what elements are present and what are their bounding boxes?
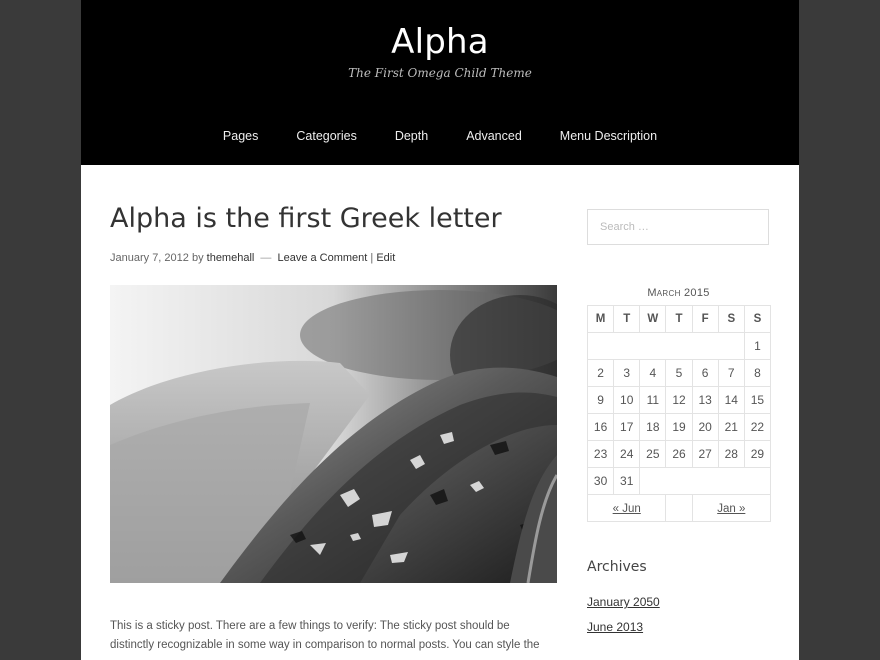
calendar-day: 27 [691, 440, 719, 468]
calendar-day: 26 [665, 440, 693, 468]
site-description: The First Omega Child Theme [348, 66, 532, 80]
site-title[interactable]: Alpha [81, 22, 799, 62]
post-author-link[interactable]: themehall [207, 252, 255, 264]
post-title[interactable]: Alpha is the first Greek letter [110, 203, 502, 234]
calendar-day-header: T [613, 305, 641, 333]
page-container: Alpha The First Omega Child Theme Pages … [81, 0, 799, 660]
calendar-pad [639, 467, 771, 495]
calendar-week-row: 2 3 4 5 6 7 8 [586, 359, 772, 387]
calendar-day: 29 [743, 440, 772, 468]
calendar-day: 19 [665, 413, 693, 441]
post-by: by [191, 252, 204, 264]
calendar-pad [587, 332, 745, 360]
calendar-day: 2 [586, 359, 615, 387]
calendar-day: 25 [639, 440, 667, 468]
meta-separator-dash: — [260, 252, 272, 264]
calendar-day: 31 [613, 467, 641, 495]
archives-title: Archives [587, 559, 647, 575]
calendar-day: 20 [691, 413, 719, 441]
calendar-day-header: S [717, 305, 745, 333]
calendar-day: 17 [613, 413, 641, 441]
calendar-day: 24 [613, 440, 641, 468]
menu-item-pages[interactable]: Pages [204, 129, 277, 143]
calendar-day: 7 [717, 359, 745, 387]
menu-item-advanced[interactable]: Advanced [447, 129, 541, 143]
calendar-day-header: S [743, 305, 772, 333]
featured-photo-graphic [110, 285, 557, 583]
post-date[interactable]: January 7, 2012 [110, 252, 189, 264]
calendar-day: 6 [691, 359, 719, 387]
archive-link[interactable]: June 2013 [587, 620, 643, 634]
calendar-day: 22 [743, 413, 772, 441]
calendar-day: 4 [639, 359, 667, 387]
featured-image[interactable] [110, 285, 557, 583]
comment-link[interactable]: Leave a Comment [277, 252, 367, 264]
calendar-day-header: W [639, 305, 667, 333]
calendar-day: 23 [586, 440, 615, 468]
calendar-week-row: 1 [587, 332, 772, 360]
calendar-caption: March 2015 [647, 287, 710, 299]
calendar-day: 13 [691, 386, 719, 414]
calendar-week-row: 16 17 18 19 20 21 22 [586, 413, 772, 441]
calendar-day-header: F [691, 305, 719, 333]
calendar-nav-row: « Jun Jan » [586, 494, 772, 522]
search-input[interactable] [587, 209, 769, 245]
site-header: Alpha The First Omega Child Theme Pages … [81, 0, 799, 165]
calendar-day: 28 [717, 440, 745, 468]
calendar-day: 11 [639, 386, 667, 414]
calendar-week-row: 30 31 [586, 467, 771, 495]
calendar-day: 18 [639, 413, 667, 441]
calendar-day: 3 [613, 359, 641, 387]
calendar-day: 15 [743, 386, 772, 414]
calendar-day: 12 [665, 386, 693, 414]
meta-separator-pipe: | [370, 252, 374, 264]
calendar-day-header: T [665, 305, 693, 333]
post-meta: January 7, 2012 by themehall — Leave a C… [110, 252, 395, 264]
calendar-day: 1 [743, 332, 772, 360]
calendar-week-row: 23 24 25 26 27 28 29 [586, 440, 772, 468]
calendar-day: 8 [743, 359, 772, 387]
calendar-day: 16 [586, 413, 615, 441]
calendar-prev-cell: « Jun [586, 494, 667, 522]
post-summary: This is a sticky post. There are a few t… [110, 619, 540, 651]
calendar-day-header: M [586, 305, 615, 333]
calendar-week-row: 9 10 11 12 13 14 15 [586, 386, 772, 414]
calendar-day: 30 [586, 467, 615, 495]
archive-link[interactable]: January 2050 [587, 595, 660, 609]
menu-item-categories[interactable]: Categories [277, 129, 375, 143]
calendar-prev-link[interactable]: « Jun [613, 503, 641, 515]
calendar-day: 10 [613, 386, 641, 414]
calendar-day: 21 [717, 413, 745, 441]
calendar-day: 5 [665, 359, 693, 387]
edit-link[interactable]: Edit [376, 252, 395, 264]
calendar-next-cell: Jan » [691, 494, 772, 522]
menu-item-depth[interactable]: Depth [376, 129, 447, 143]
calendar-day: 9 [586, 386, 615, 414]
primary-menu: Pages Categories Depth Advanced Menu Des… [81, 129, 799, 143]
calendar-pad [665, 494, 693, 522]
calendar-header-row: M T W T F S S [586, 305, 772, 333]
calendar-day: 14 [717, 386, 745, 414]
calendar-table: M T W T F S S 1 2 3 4 5 6 7 8 9 10 11 12… [586, 305, 772, 522]
calendar-next-link[interactable]: Jan » [717, 503, 745, 515]
menu-item-menu-description[interactable]: Menu Description [541, 129, 676, 143]
